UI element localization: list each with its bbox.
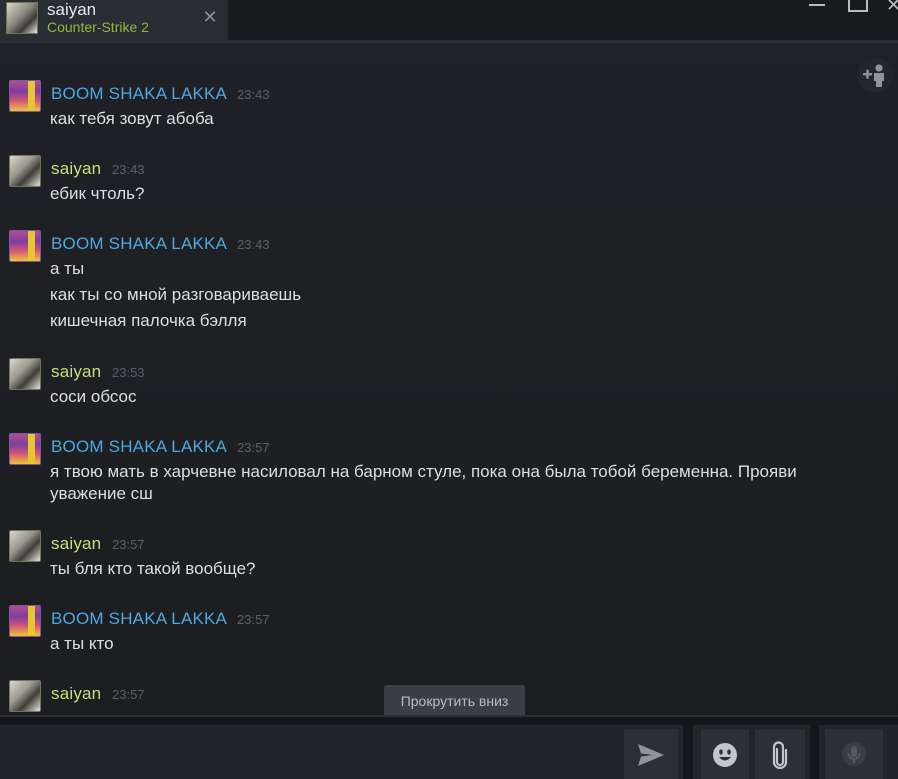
sender-avatar[interactable] <box>9 605 41 637</box>
message-text: ебик чтоль? <box>50 184 145 203</box>
maximize-icon[interactable] <box>847 0 868 15</box>
send-button[interactable] <box>624 729 678 779</box>
sender-name[interactable]: saiyan <box>51 534 101 554</box>
tab-game-status: Counter-Strike 2 <box>47 19 149 35</box>
tab-avatar <box>6 2 38 34</box>
message-timestamp: 23:53 <box>112 365 145 380</box>
attach-button[interactable] <box>755 729 805 779</box>
paperclip-icon <box>772 741 788 769</box>
message-text: ты бля кто такой вообще? <box>50 559 256 578</box>
message-text: кишечная палочка бэлля <box>50 311 247 330</box>
message-text: а ты <box>50 259 85 278</box>
minimize-icon[interactable] <box>808 0 826 15</box>
title-bar: saiyan Counter-Strike 2 ✕ ✕ <box>0 0 898 43</box>
tab-friend-name: saiyan <box>47 0 97 19</box>
message-timestamp: 23:57 <box>112 687 145 702</box>
composer <box>0 715 898 779</box>
message-timestamp: 23:43 <box>237 237 270 252</box>
message-text: как ты со мной разговариваешь <box>50 285 302 304</box>
sender-avatar[interactable] <box>9 155 41 187</box>
message-text: я твою мать в харчевне насиловал на барн… <box>50 462 797 481</box>
sender-name[interactable]: BOOM SHAKA LAKKA <box>51 234 227 254</box>
sender-avatar[interactable] <box>9 680 41 712</box>
sender-avatar[interactable] <box>9 80 41 112</box>
emoji-icon <box>713 743 737 767</box>
message-text: как тебя зовут абоба <box>50 109 214 128</box>
sender-avatar[interactable] <box>9 230 41 262</box>
add-friend-button[interactable] <box>857 58 893 92</box>
message-list[interactable]: BOOM SHAKA LAKKA 23:43 как тебя зовут абоб… <box>0 46 898 714</box>
sender-name[interactable]: saiyan <box>51 159 101 179</box>
sender-name[interactable]: BOOM SHAKA LAKKA <box>51 437 227 457</box>
chat-window: saiyan Counter-Strike 2 ✕ ✕ BOOM SHAKA L… <box>0 0 898 779</box>
window-close-icon[interactable]: ✕ <box>886 0 898 14</box>
sender-name[interactable]: BOOM SHAKA LAKKA <box>51 84 227 104</box>
chat-tab[interactable]: saiyan Counter-Strike 2 ✕ <box>0 0 228 40</box>
sender-avatar[interactable] <box>9 433 41 465</box>
sender-name[interactable]: saiyan <box>51 362 101 382</box>
sender-name[interactable]: BOOM SHAKA LAKKA <box>51 609 227 629</box>
sender-avatar[interactable] <box>9 530 41 562</box>
tab-close-icon[interactable]: ✕ <box>202 8 218 26</box>
message-timestamp: 23:57 <box>112 537 145 552</box>
sender-name[interactable]: saiyan <box>51 684 101 704</box>
message-input[interactable] <box>0 725 683 779</box>
emoji-button[interactable] <box>701 729 749 779</box>
message-text: а ты кто <box>50 634 114 653</box>
message-timestamp: 23:57 <box>237 612 270 627</box>
sender-avatar[interactable] <box>9 358 41 390</box>
microphone-icon <box>842 742 866 766</box>
message-text: уважение сш <box>50 484 153 503</box>
message-text: соси обсос <box>50 387 137 406</box>
message-timestamp: 23:43 <box>237 87 270 102</box>
send-icon <box>638 744 664 766</box>
voice-button[interactable] <box>825 729 883 779</box>
message-timestamp: 23:43 <box>112 162 145 177</box>
message-timestamp: 23:57 <box>237 440 270 455</box>
scroll-down-button[interactable]: Прокрутить вниз <box>384 685 525 717</box>
add-friend-icon <box>863 64 884 87</box>
